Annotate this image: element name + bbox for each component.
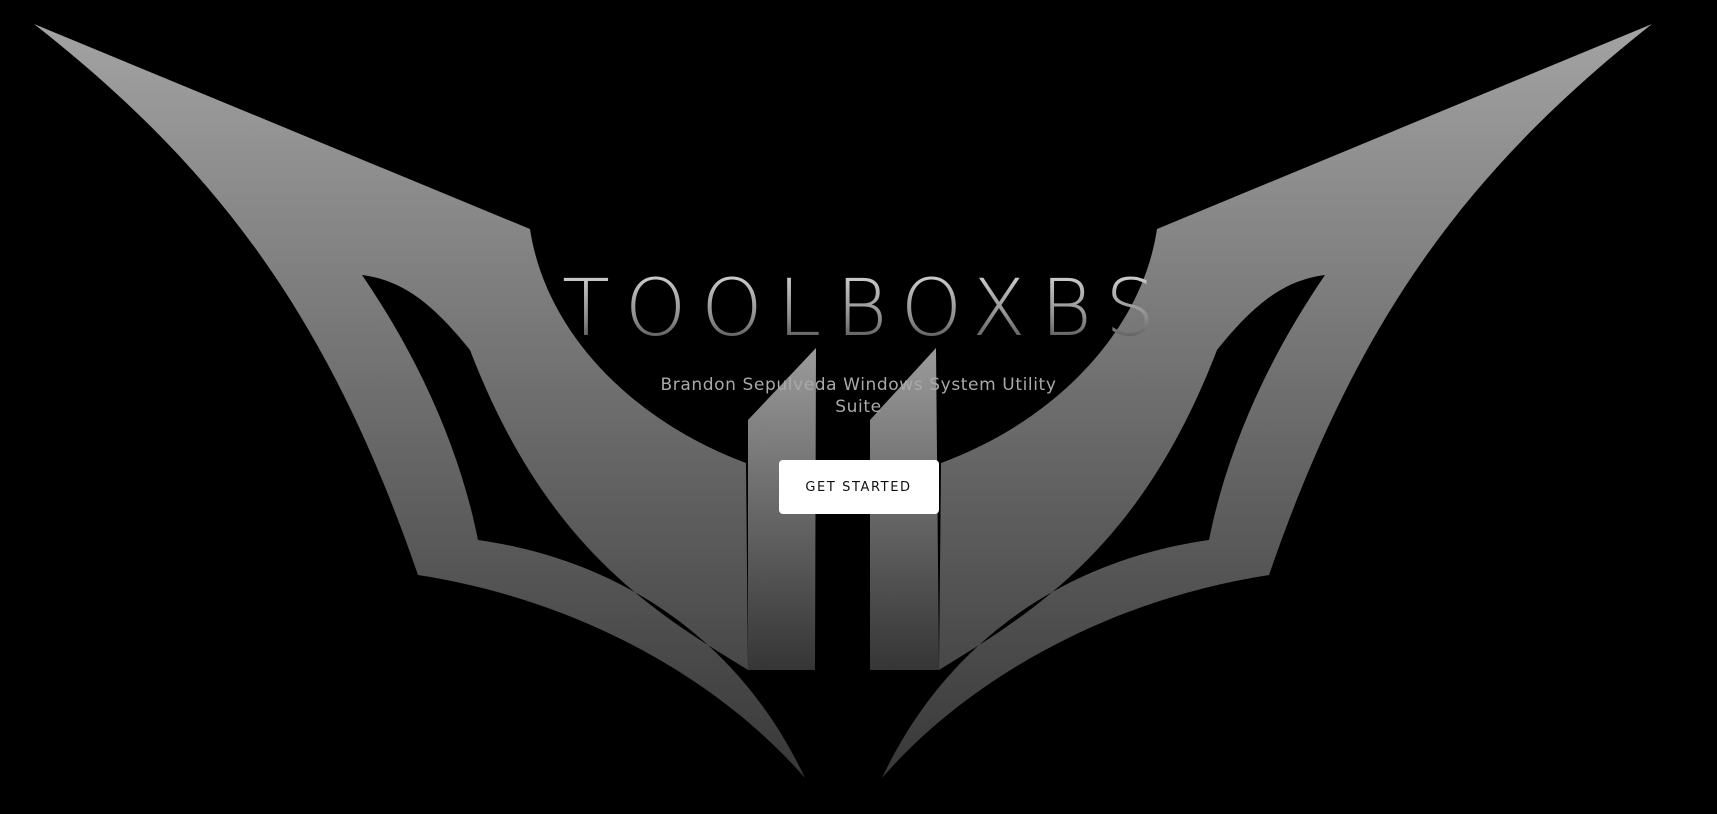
hero-section: TOOLBOXBS Brandon Sepulveda Windows Syst… [0, 0, 1717, 814]
get-started-button[interactable]: GET STARTED [778, 460, 939, 514]
hero-subtitle: Brandon Sepulveda Windows System Utility… [660, 375, 1057, 417]
brand-title: TOOLBOXBS [0, 270, 1717, 348]
hero-content: TOOLBOXBS Brandon Sepulveda Windows Syst… [0, 270, 1717, 514]
